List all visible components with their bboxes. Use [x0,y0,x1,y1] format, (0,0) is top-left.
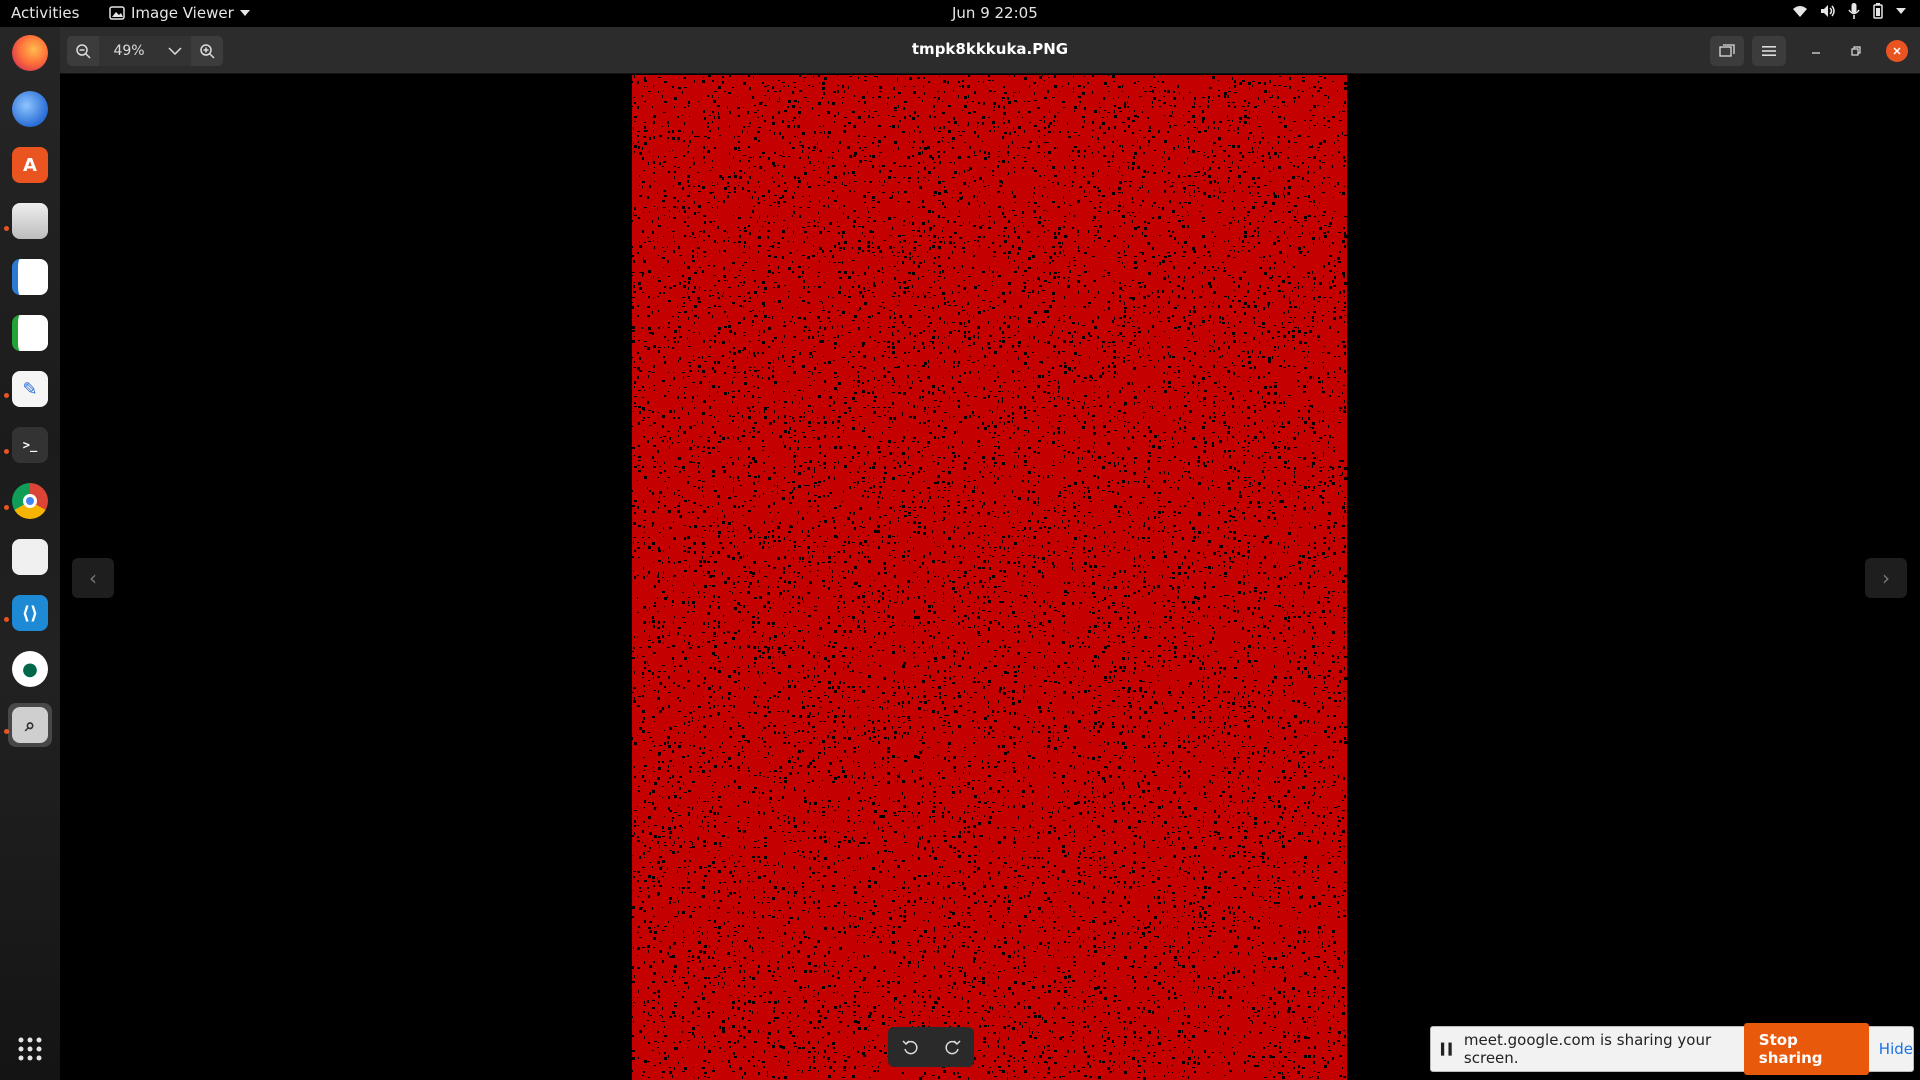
dock-mongodb-compass[interactable]: ● [8,647,52,691]
clock[interactable]: Jun 9 22:05 [952,4,1038,22]
volume-icon [1821,5,1835,17]
rotate-controls [888,1027,974,1067]
fullscreen-button[interactable] [1710,36,1744,66]
calc-spreadsheet-icon [12,315,48,351]
zoom-out-button[interactable] [67,36,99,66]
dock-app-center[interactable]: A [8,143,52,187]
rotate-right-icon [944,1040,961,1055]
pause-icon: ▍▍ [1441,1042,1457,1056]
system-tray[interactable] [1792,3,1906,19]
dock: A ✎ >_ ⟨⟩ ● ⌕ [0,27,60,1080]
dock-files[interactable] [8,199,52,243]
battery-icon [1873,3,1883,19]
image-canvas[interactable]: ‹ › [60,75,1920,1080]
chevron-right-icon: › [1882,566,1890,590]
text-editor-icon: ✎ [12,371,48,407]
caret-down-icon [239,10,250,16]
show-apps-button[interactable] [8,1027,52,1071]
displayed-image [632,75,1347,1080]
dock-chrome[interactable] [8,479,52,523]
app-center-icon: A [12,147,48,183]
dock-calc[interactable] [8,311,52,355]
dock-firefox[interactable] [8,31,52,75]
document-viewer-icon [12,539,48,575]
close-icon [1893,47,1901,55]
restore-icon [1851,46,1861,56]
dock-terminal[interactable]: >_ [8,423,52,467]
wifi-icon [1793,6,1807,17]
thunderbird-icon [12,91,48,127]
app-menu[interactable]: Image Viewer [109,4,250,22]
files-icon [12,203,48,239]
zoom-dropdown-button[interactable] [159,36,191,66]
rotate-left-button[interactable] [894,1031,926,1063]
zoom-controls: 49% [67,36,223,66]
microphone-icon [1848,3,1860,19]
activities-button[interactable]: Activities [11,4,79,22]
zoom-in-button[interactable] [191,36,223,66]
close-button[interactable] [1886,40,1908,62]
window-header: 49% tmpk8kkkuka.PNG [60,27,1920,74]
window-title: tmpk8kkkuka.PNG [911,40,1069,58]
app-menu-label: Image Viewer [131,4,234,22]
system-menu-caret-icon [1896,8,1906,14]
maximize-button[interactable] [1845,40,1867,62]
hamburger-menu-icon [1762,46,1776,56]
terminal-icon: >_ [12,427,48,463]
dock-vscode[interactable]: ⟨⟩ [8,591,52,635]
dock-thunderbird[interactable] [8,87,52,131]
image-viewer-magnifier-icon: ⌕ [12,707,48,743]
hide-button[interactable]: Hide [1879,1040,1913,1058]
writer-document-icon [12,259,48,295]
minimize-button[interactable] [1805,40,1827,62]
stop-sharing-button[interactable]: Stop sharing [1743,1023,1869,1075]
image-viewer-app-icon [109,6,125,20]
dock-image-viewer[interactable]: ⌕ [8,703,52,747]
top-bar: Activities Image Viewer Jun 9 22:05 [0,0,1920,27]
rotate-left-icon [901,1040,918,1055]
app-grid-icon [18,1037,42,1061]
zoom-in-icon [200,44,215,59]
minimize-icon [1812,52,1820,54]
fullscreen-icon [1719,44,1735,57]
screen-share-notice: ▍▍ meet.google.com is sharing your scree… [1430,1023,1914,1075]
next-image-button[interactable]: › [1865,558,1907,598]
vscode-icon: ⟨⟩ [12,595,48,631]
dock-writer[interactable] [8,255,52,299]
mongodb-compass-icon: ● [12,651,48,687]
main-menu-button[interactable] [1752,36,1786,66]
share-message: meet.google.com is sharing your screen. [1463,1031,1712,1067]
chevron-left-icon: ‹ [89,566,97,590]
chevron-down-icon [168,47,182,55]
previous-image-button[interactable]: ‹ [72,558,114,598]
firefox-icon [12,35,48,71]
dock-document-viewer[interactable] [8,535,52,579]
zoom-level-field[interactable]: 49% [99,36,159,66]
chrome-icon [12,483,48,519]
zoom-out-icon [76,44,91,59]
rotate-right-button[interactable] [937,1031,969,1063]
dock-text-editor[interactable]: ✎ [8,367,52,411]
